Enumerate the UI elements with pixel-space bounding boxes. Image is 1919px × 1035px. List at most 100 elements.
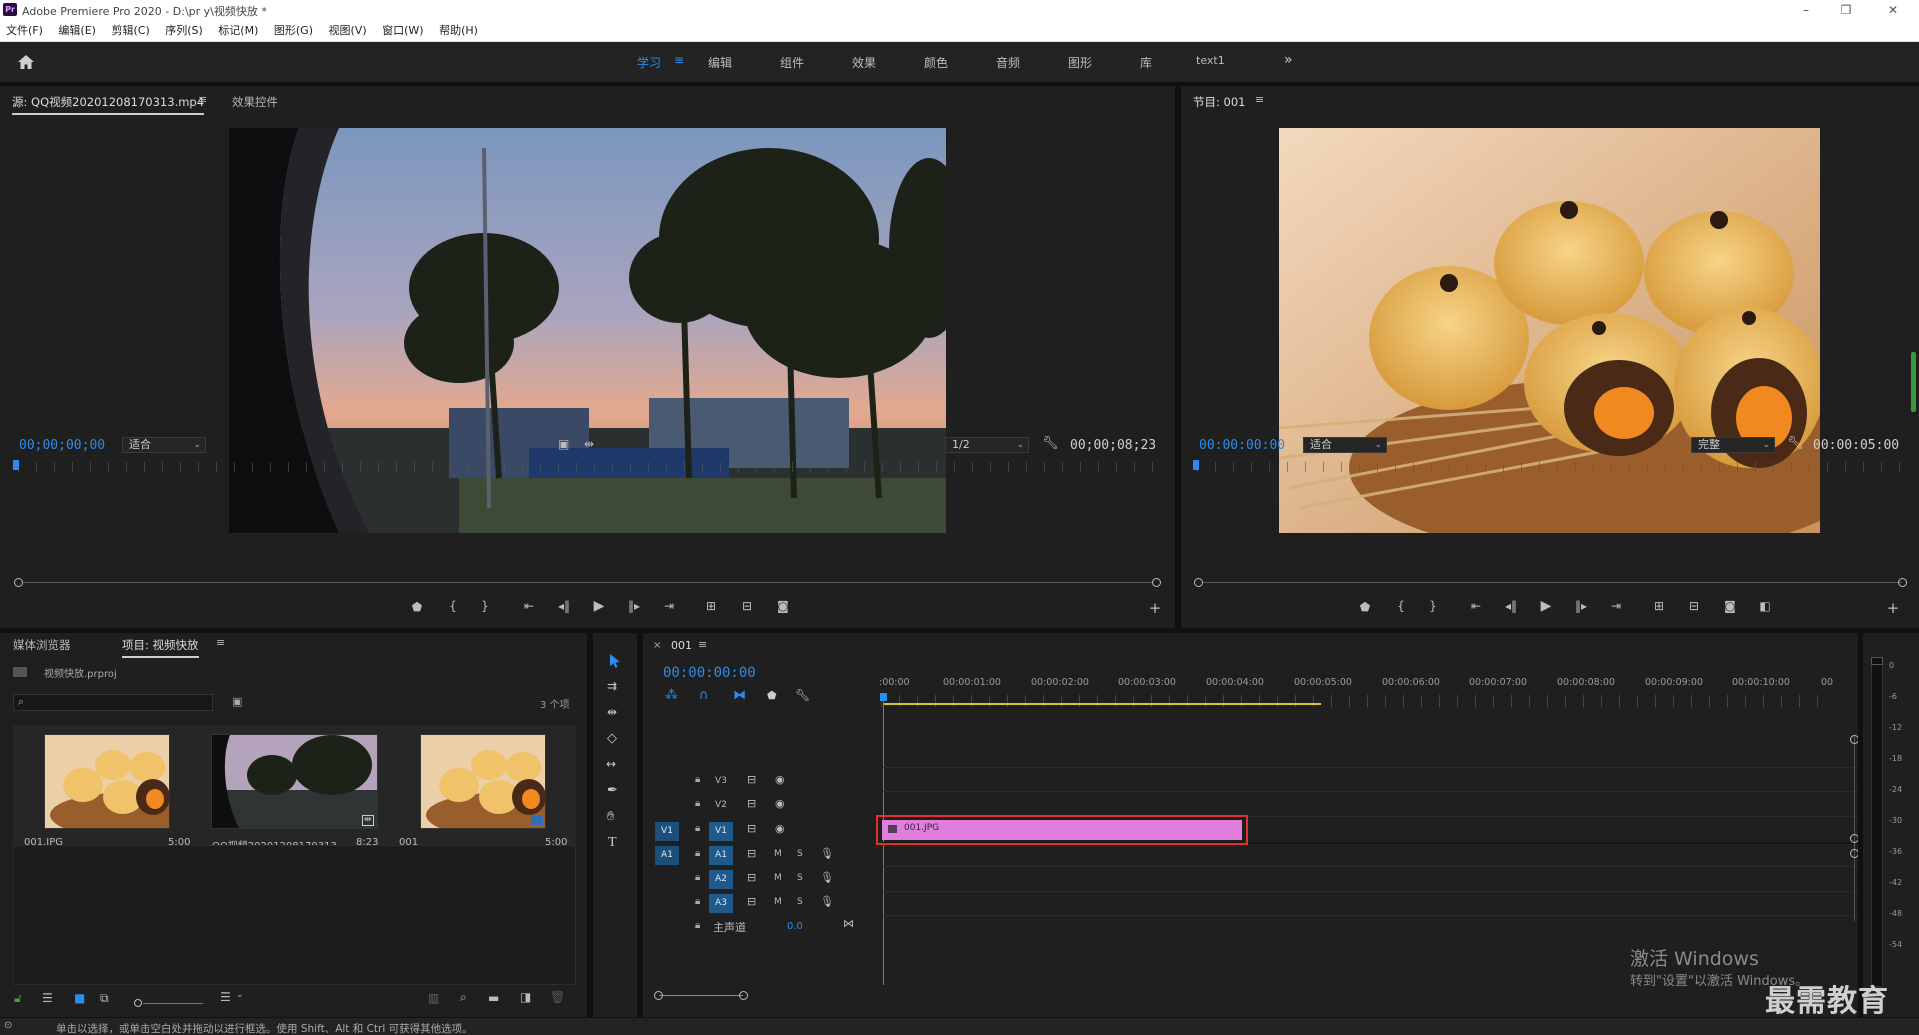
timeline-current-timecode[interactable]: 00:00:00:00 [663,665,756,681]
lock-icon[interactable]: 🔒︎ [695,774,700,785]
source-time-ruler[interactable] [18,462,1158,472]
workspace-tab-effects[interactable]: 效果 [852,54,876,71]
lift-icon[interactable]: ⊞ [1650,599,1668,613]
lock-icon[interactable]: 🔒︎ [695,823,700,834]
microphone-icon[interactable]: 🎙︎ [820,895,834,908]
track-label-a3[interactable]: A3 [709,894,733,913]
step-back-icon[interactable]: ◂‖ [555,599,573,613]
sync-lock-icon[interactable]: ⊟ [747,895,756,908]
microphone-icon[interactable]: 🎙︎ [820,847,834,860]
workspace-tab-graphics[interactable]: 图形 [1068,54,1092,71]
new-bin-icon[interactable]: ▬ [488,991,499,1005]
type-tool-icon[interactable]: T [608,835,617,851]
workspace-tab-editing[interactable]: 编辑 [708,54,732,71]
menu-clip[interactable]: 剪辑(C) [111,20,149,42]
workspace-tab-color[interactable]: 颜色 [924,54,948,71]
sequence-tab[interactable]: 001 [671,639,692,652]
new-item-icon[interactable]: ◨ [520,990,531,1004]
eye-icon[interactable]: ◉ [775,773,785,786]
button-editor-icon[interactable]: + [1146,599,1164,617]
lock-icon[interactable]: 🔒︎ [695,848,700,859]
solo-button[interactable]: S [797,897,803,907]
razor-tool-icon[interactable]: ◇ [607,731,617,746]
track-label-v2[interactable]: V2 [711,796,731,815]
snap-magnet-icon[interactable]: ∩ [699,688,709,703]
program-zoom-select[interactable]: 适合 ⌄ [1303,437,1387,453]
close-sequence-icon[interactable]: × [653,640,661,651]
new-bin-from-search-icon[interactable]: ▣ [232,695,242,708]
work-area-bar[interactable] [883,703,1321,705]
source-panel-menu-icon[interactable]: ≡ [198,93,207,106]
eye-icon[interactable]: ◉ [775,797,785,810]
home-icon[interactable] [17,54,35,70]
step-forward-icon[interactable]: ‖▸ [625,599,643,613]
zoom-slider[interactable] [143,1003,203,1004]
play-icon[interactable]: ▶ [590,598,608,614]
project-item-thumbnail[interactable]: ⇹ [211,734,378,829]
mark-in-icon[interactable]: { [444,599,462,613]
timeline-ruler[interactable] [881,695,1821,707]
project-item-thumbnail[interactable] [44,734,170,829]
drag-video-icon[interactable]: ▣ [558,437,569,451]
source-zoom-select[interactable]: 适合 ⌄ [122,437,206,453]
program-panel-menu-icon[interactable]: ≡ [1255,93,1264,106]
program-quality-select[interactable]: 完整 ⌄ [1691,437,1775,453]
nest-toggle-icon[interactable]: ⁂ [665,688,678,703]
project-search-input[interactable]: ⌕ [13,694,213,711]
sync-lock-icon[interactable]: ⊟ [747,822,756,835]
program-zoom-handle-left[interactable] [1194,578,1203,587]
project-item-thumbnail[interactable] [420,734,546,829]
lock-icon[interactable]: 🔒︎ [695,872,700,883]
insert-icon[interactable]: ⊞ [702,599,720,613]
export-frame-icon[interactable]: ◙ [774,599,792,613]
tab-project[interactable]: 项目: 视频快放 [122,637,199,658]
workspace-tab-libraries[interactable]: 库 [1140,54,1152,71]
lock-icon[interactable]: 🔒︎ [695,798,700,809]
workspace-tab-audio[interactable]: 音频 [996,54,1020,71]
horizontal-scroll-handle[interactable] [654,991,663,1000]
mute-button[interactable]: M [774,849,782,859]
lock-icon[interactable]: 🔒︎ [695,896,700,907]
linked-selection-icon[interactable]: ⧓ [733,688,746,703]
workspace-tab-assembly[interactable]: 组件 [780,54,804,71]
track-label-v3[interactable]: V3 [711,772,731,791]
lock-icon[interactable]: 🔒︎ [695,920,700,931]
workspace-tab-text1[interactable]: text1 [1196,54,1225,67]
chevron-down-icon[interactable]: ⌄ [236,990,244,1000]
close-window-button[interactable]: ✕ [1873,2,1913,18]
export-frame-icon[interactable]: ◙ [1721,599,1739,613]
selection-tool-icon[interactable] [608,653,622,669]
wrench-icon[interactable]: 🔧︎ [1787,436,1804,451]
program-time-ruler[interactable] [1197,462,1902,472]
sync-lock-icon[interactable]: ⊟ [747,871,756,884]
button-editor-icon[interactable]: + [1884,599,1902,617]
master-volume-value[interactable]: 0.0 [787,921,803,932]
menu-markers[interactable]: 标记(M) [218,20,258,42]
program-zoom-scrollbar[interactable] [1202,582,1902,583]
add-marker-icon[interactable]: ⬟ [408,600,426,614]
tab-media-browser[interactable]: 媒体浏览器 [13,637,71,653]
project-panel-menu-icon[interactable]: ≡ [216,636,225,649]
panel-scroll-indicator[interactable] [1911,352,1916,412]
menu-window[interactable]: 窗口(W) [382,20,423,42]
drag-audio-icon[interactable]: ⇹ [584,437,594,451]
track-label-v1[interactable]: V1 [709,822,733,841]
hand-tool-icon[interactable]: ✋︎ [607,809,614,824]
overwrite-icon[interactable]: ⊟ [738,599,756,613]
mark-out-icon[interactable]: } [476,599,494,613]
go-to-out-icon[interactable]: ⇥ [660,599,678,613]
source-current-timecode[interactable]: 00;00;00;00 [19,438,105,453]
mark-out-icon[interactable]: } [1424,599,1442,613]
minimize-button[interactable]: – [1786,2,1826,18]
slip-tool-icon[interactable]: ↔ [606,757,616,771]
timeline-playhead-handle[interactable] [880,693,887,701]
sync-lock-icon[interactable]: ⊟ [747,847,756,860]
source-patch-v1[interactable]: V1 [655,822,679,841]
source-zoom-handle-left[interactable] [14,578,23,587]
program-playhead[interactable] [1193,460,1199,470]
sync-lock-icon[interactable]: ⊟ [747,773,756,786]
menu-file[interactable]: 文件(F) [6,20,43,42]
freeform-view-icon[interactable]: ⧉ [100,991,109,1006]
mute-button[interactable]: M [774,897,782,907]
source-zoom-scrollbar[interactable] [22,582,1152,583]
